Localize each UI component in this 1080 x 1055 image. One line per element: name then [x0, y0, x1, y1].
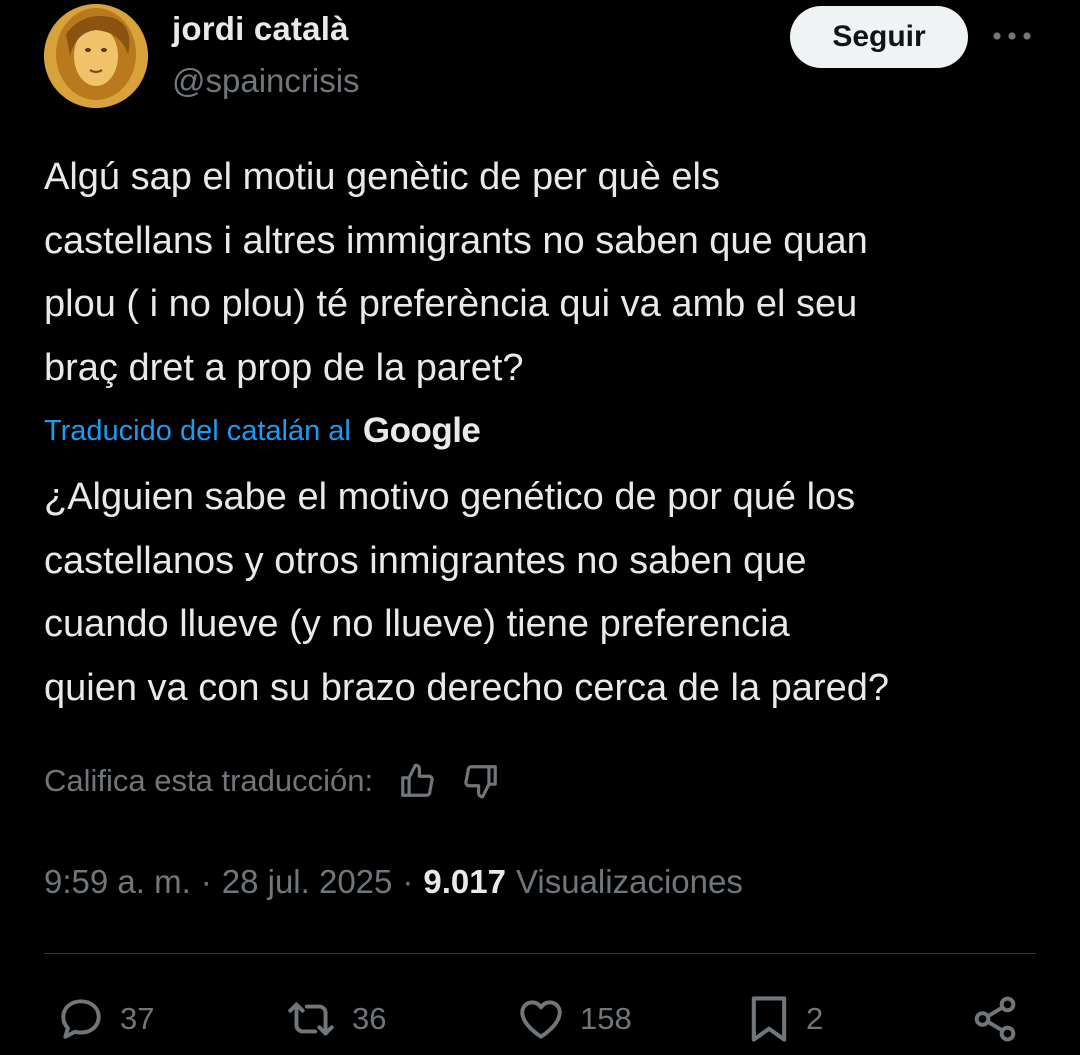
- translated-from-link[interactable]: Traducido del catalán al: [44, 415, 351, 448]
- tweet-date[interactable]: 28 jul. 2025: [222, 863, 393, 901]
- tweet-time[interactable]: 9:59 a. m.: [44, 863, 191, 901]
- repost-icon: [288, 1002, 334, 1036]
- more-options-button[interactable]: [990, 18, 1034, 54]
- author-handle[interactable]: @spaincrisis: [172, 62, 360, 100]
- author-name[interactable]: jordi català: [172, 10, 349, 48]
- tweet: jordi català @spaincrisis Seguir Algú sa…: [0, 0, 1080, 1055]
- translation-text: ¿Alguien sabe el motivo genético de por …: [44, 476, 889, 709]
- meta-separator: ·: [200, 863, 212, 900]
- divider: [44, 953, 1036, 954]
- thumbs-up-icon: [401, 763, 434, 797]
- repost-count: 36: [352, 1001, 387, 1036]
- views-count: 9.017: [423, 863, 506, 900]
- bookmark-icon: [751, 996, 787, 1042]
- follow-button[interactable]: Seguir: [790, 6, 968, 68]
- google-logo: Google: [362, 411, 481, 450]
- like-count: 158: [580, 1001, 632, 1036]
- thumbs-down-button[interactable]: [459, 759, 503, 803]
- tweet-meta: 9:59 a. m. · 28 jul. 2025 · 9.017 Visual…: [44, 858, 743, 906]
- tweet-text: Algú sap el motiu genètic de per què els…: [44, 156, 868, 389]
- heart-icon: [520, 1000, 562, 1039]
- share-icon: [974, 996, 1016, 1042]
- meta-separator: ·: [402, 863, 414, 900]
- more-horizontal-icon: [993, 32, 1031, 40]
- like-button[interactable]: 158: [516, 992, 632, 1046]
- reply-icon: [61, 999, 101, 1039]
- rate-translation-label: Califica esta traducción:: [44, 763, 374, 798]
- reply-button[interactable]: 37: [56, 992, 154, 1046]
- views-label: Visualizaciones: [515, 863, 743, 900]
- avatar[interactable]: [44, 4, 148, 108]
- rate-translation: Califica esta traducción:: [44, 756, 503, 806]
- repost-button[interactable]: 36: [284, 992, 386, 1046]
- share-button[interactable]: [970, 992, 1020, 1046]
- thumbs-down-icon: [464, 765, 497, 799]
- reply-count: 37: [120, 1001, 155, 1036]
- translation-attribution: Traducido del catalán al Google: [44, 406, 481, 456]
- bookmark-count: 2: [806, 1001, 824, 1036]
- bookmark-button[interactable]: 2: [746, 992, 823, 1046]
- thumbs-up-button[interactable]: [395, 759, 439, 803]
